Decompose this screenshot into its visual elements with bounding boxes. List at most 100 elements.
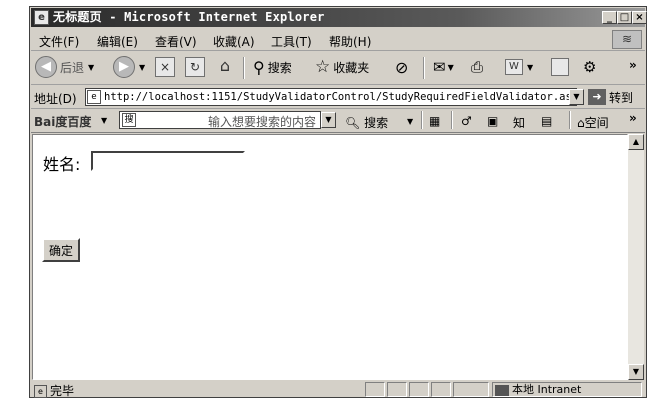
address-input[interactable]: e http://localhost:1151/StudyValidatorCon… bbox=[85, 88, 577, 106]
magnifier-icon: 🔍︎ bbox=[345, 116, 361, 130]
baidu-knowledge-icon[interactable]: 知 bbox=[513, 114, 525, 131]
favorites-label: 收藏夹 bbox=[333, 60, 370, 75]
baidu-image-icon[interactable]: ▣ bbox=[487, 114, 498, 128]
back-arrow-icon: ◀ bbox=[35, 56, 57, 78]
address-bar: 地址(D) e http://localhost:1151/StudyValida… bbox=[31, 86, 645, 109]
baidu-toolbar: Bai度百度 ▼ 搜 输入想要搜索的内容 ▼ 🔍︎ 搜索 ▼ ▦ ♂ ▣ 知 ▤… bbox=[31, 109, 645, 133]
maximize-button[interactable]: □ bbox=[617, 11, 632, 24]
discuss-button[interactable] bbox=[551, 55, 569, 79]
security-zone: 本地 Intranet bbox=[492, 382, 642, 397]
forward-button[interactable]: ▶ ▼ bbox=[113, 55, 145, 79]
baidu-input-icon: 搜 bbox=[122, 113, 136, 127]
title-bar: e 无标题页 - Microsoft Internet Explorer _ □… bbox=[31, 8, 647, 27]
chevron-right-double-icon[interactable]: » bbox=[629, 111, 637, 125]
mail-button[interactable]: ✉ ▼ bbox=[433, 55, 454, 79]
baidu-search-input[interactable]: 搜 输入想要搜索的内容 bbox=[119, 111, 321, 129]
name-label: 姓名: bbox=[43, 155, 81, 174]
menu-favorites[interactable]: 收藏(A) bbox=[213, 33, 255, 50]
back-button[interactable]: ◀ 后退 ▼ bbox=[35, 55, 94, 79]
messenger-button[interactable]: ⚙ bbox=[583, 55, 596, 79]
status-pane bbox=[431, 382, 451, 397]
chevron-down-icon[interactable]: ▼ bbox=[407, 117, 413, 126]
vertical-scrollbar[interactable]: ▲ ▼ bbox=[628, 134, 644, 380]
close-button[interactable]: × bbox=[632, 11, 647, 24]
baidu-logo[interactable]: Bai度百度 bbox=[34, 113, 91, 130]
search-button[interactable]: ⚲ 搜索 bbox=[253, 55, 292, 79]
stop-icon: × bbox=[155, 57, 175, 77]
back-label: 后退 bbox=[60, 60, 85, 75]
search-label: 搜索 bbox=[267, 60, 292, 75]
address-url: http://localhost:1151/StudyValidatorCont… bbox=[104, 91, 577, 103]
address-label: 地址(D) bbox=[34, 92, 77, 106]
menu-tools[interactable]: 工具(T) bbox=[271, 33, 312, 50]
name-input[interactable] bbox=[91, 151, 245, 171]
status-text: e 完毕 bbox=[34, 382, 74, 399]
baidu-news-icon[interactable]: ▦ bbox=[429, 114, 440, 128]
menu-help[interactable]: 帮助(H) bbox=[329, 33, 371, 50]
history-icon: ⊘ bbox=[395, 57, 409, 77]
baidu-search-button[interactable]: 🔍︎ 搜索 bbox=[345, 114, 388, 131]
status-bar: e 完毕 本地 Intranet bbox=[31, 381, 645, 398]
printer-icon: ⎙ bbox=[471, 58, 484, 76]
stop-button[interactable]: × bbox=[155, 55, 175, 79]
toolbar-separator bbox=[451, 111, 453, 129]
messenger-icon: ⚙ bbox=[583, 58, 597, 76]
page-icon: e bbox=[87, 90, 101, 104]
star-icon: ☆ bbox=[315, 57, 331, 77]
chevron-down-icon[interactable]: ▼ bbox=[101, 116, 107, 125]
chevron-down-icon[interactable]: ▼ bbox=[88, 63, 94, 72]
address-dropdown-button[interactable]: ▼ bbox=[569, 89, 584, 105]
menu-file[interactable]: 文件(F) bbox=[39, 33, 79, 50]
refresh-button[interactable]: ↻ bbox=[185, 55, 205, 79]
refresh-icon: ↻ bbox=[185, 57, 205, 77]
status-pane bbox=[453, 382, 489, 397]
word-edit-icon: W bbox=[505, 59, 523, 75]
baidu-space-button[interactable]: ⌂空间 bbox=[577, 114, 609, 131]
discuss-icon bbox=[551, 58, 569, 76]
scroll-up-button[interactable]: ▲ bbox=[628, 134, 644, 150]
print-button[interactable]: ⎙ bbox=[471, 55, 483, 79]
home-icon: ⌂ bbox=[219, 56, 231, 75]
history-button[interactable]: ⊘ bbox=[395, 55, 408, 79]
baidu-post-icon[interactable]: ♂ bbox=[461, 114, 472, 128]
standard-toolbar: ◀ 后退 ▼ ▶ ▼ × ↻ ⌂ ⚲ 搜索 ☆ 收藏夹 ⊘ ✉ ▼ ⎙ W ▼ … bbox=[31, 51, 645, 85]
go-label: 转到 bbox=[609, 90, 634, 105]
toolbar-more-button[interactable]: » bbox=[629, 53, 637, 77]
space-icon: ⌂ bbox=[577, 116, 585, 130]
browser-window: e 无标题页 - Microsoft Internet Explorer _ □… bbox=[29, 6, 647, 398]
status-pane bbox=[387, 382, 407, 397]
menu-edit[interactable]: 编辑(E) bbox=[97, 33, 138, 50]
menu-bar: 文件(F) 编辑(E) 查看(V) 收藏(A) 工具(T) 帮助(H) ≋ bbox=[31, 29, 645, 51]
window-title: 无标题页 - Microsoft Internet Explorer bbox=[53, 10, 325, 24]
status-pane bbox=[365, 382, 385, 397]
chevron-down-icon[interactable]: ▼ bbox=[527, 63, 533, 72]
ok-button[interactable]: 确定 bbox=[42, 238, 80, 262]
forward-arrow-icon: ▶ bbox=[113, 56, 135, 78]
page-content: 姓名: 确定 bbox=[32, 134, 628, 380]
page-icon: e bbox=[34, 385, 47, 398]
menu-view[interactable]: 查看(V) bbox=[155, 33, 197, 50]
ie-app-icon: e bbox=[34, 10, 49, 25]
mail-icon: ✉ bbox=[433, 58, 446, 76]
search-icon: ⚲ bbox=[253, 57, 265, 77]
go-button[interactable]: ➜ 转到 bbox=[588, 88, 633, 106]
go-arrow-icon: ➜ bbox=[588, 89, 606, 105]
scroll-down-button[interactable]: ▼ bbox=[628, 364, 644, 380]
home-button[interactable]: ⌂ bbox=[215, 55, 235, 79]
baidu-search-placeholder: 输入想要搜索的内容 bbox=[207, 115, 316, 129]
toolbar-separator bbox=[423, 57, 425, 79]
chevron-down-icon[interactable]: ▼ bbox=[139, 63, 145, 72]
baidu-search-dropdown[interactable]: ▼ bbox=[321, 112, 336, 128]
intranet-zone-icon bbox=[495, 384, 509, 396]
status-pane bbox=[409, 382, 429, 397]
windows-logo-icon: ≋ bbox=[612, 30, 642, 49]
favorites-button[interactable]: ☆ 收藏夹 bbox=[315, 55, 369, 79]
toolbar-separator bbox=[569, 111, 571, 129]
chevron-down-icon[interactable]: ▼ bbox=[448, 63, 454, 72]
edit-button[interactable]: W ▼ bbox=[505, 55, 533, 79]
toolbar-separator bbox=[243, 57, 245, 79]
chevron-right-double-icon: » bbox=[629, 58, 637, 72]
baidu-grid-icon[interactable]: ▤ bbox=[541, 114, 552, 128]
minimize-button[interactable]: _ bbox=[602, 11, 617, 24]
toolbar-separator bbox=[421, 111, 423, 129]
